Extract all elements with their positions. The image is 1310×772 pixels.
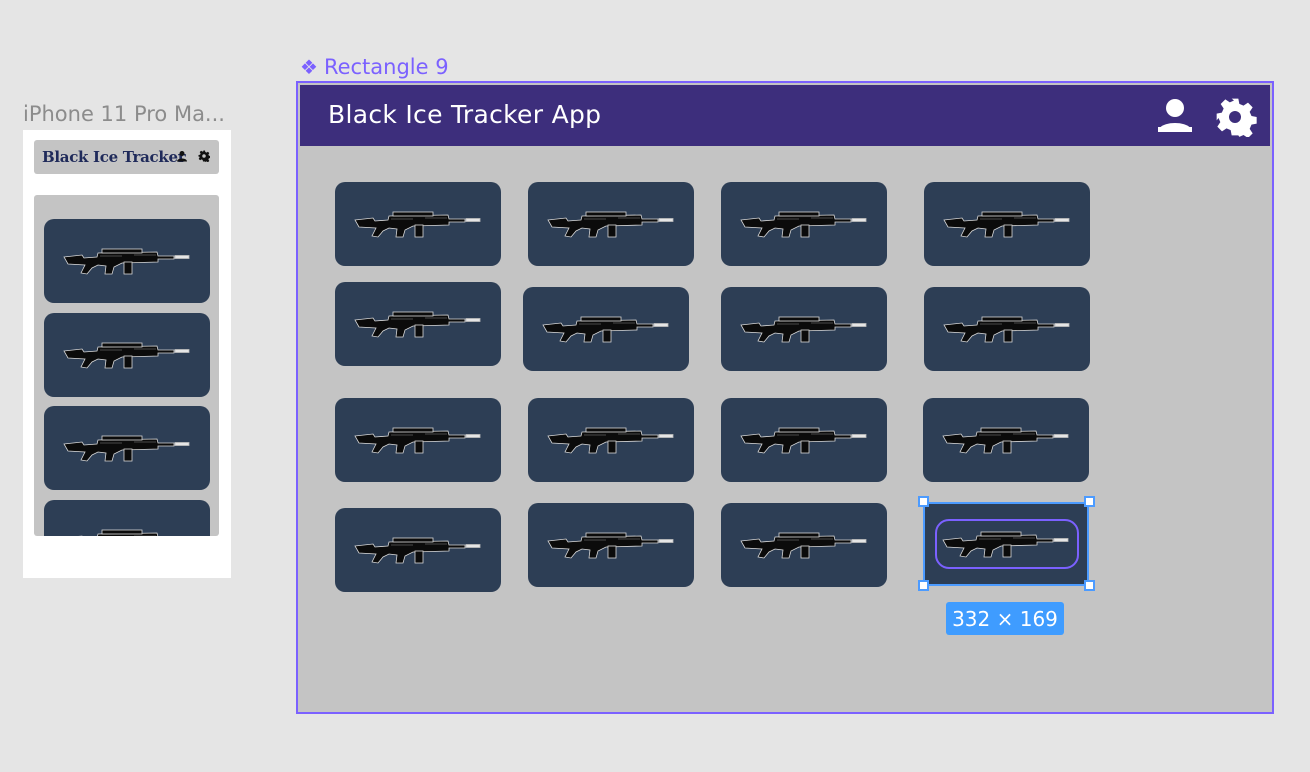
- rifle-card[interactable]: [528, 503, 694, 587]
- rifle-card[interactable]: [721, 503, 887, 587]
- rifle-icon: [740, 532, 867, 559]
- rifle-icon: [63, 342, 190, 369]
- rifle-card[interactable]: [335, 508, 501, 592]
- inner-selection-outline: [935, 519, 1079, 569]
- rifle-icon: [740, 211, 867, 238]
- rifle-icon: [547, 427, 674, 454]
- phone-rifle-card[interactable]: [44, 219, 210, 303]
- rifle-card[interactable]: [335, 398, 501, 482]
- rifle-card[interactable]: [528, 182, 694, 266]
- rifle-icon: [354, 537, 481, 564]
- rifle-icon: [354, 211, 481, 238]
- phone-user-icon[interactable]: [176, 150, 188, 162]
- resize-handle-bottom-left[interactable]: [918, 580, 929, 591]
- component-label[interactable]: ❖ Rectangle 9: [300, 55, 449, 79]
- rifle-icon: [542, 316, 669, 343]
- rifle-icon: [943, 211, 1070, 238]
- component-diamond-icon: ❖: [300, 55, 318, 79]
- rifle-icon: [942, 427, 1069, 454]
- phone-frame-label[interactable]: iPhone 11 Pro Ma...: [23, 102, 225, 126]
- rifle-icon: [740, 427, 867, 454]
- phone-rifle-card[interactable]: [44, 406, 210, 490]
- rifle-icon: [354, 427, 481, 454]
- rifle-icon: [547, 211, 674, 238]
- rifle-card[interactable]: [523, 287, 689, 371]
- rifle-icon: [63, 435, 190, 462]
- app-title: Black Ice Tracker App: [328, 100, 602, 129]
- phone-rifle-card[interactable]: [44, 313, 210, 397]
- rifle-icon: [740, 316, 867, 343]
- resize-handle-top-left[interactable]: [918, 496, 929, 507]
- rifle-card[interactable]: [721, 398, 887, 482]
- rifle-card[interactable]: [721, 182, 887, 266]
- component-label-text: Rectangle 9: [323, 55, 449, 79]
- rifle-card[interactable]: [335, 282, 501, 366]
- rifle-card[interactable]: [335, 182, 501, 266]
- phone-card-list: [34, 195, 219, 536]
- rifle-icon: [354, 311, 481, 338]
- app-header: Black Ice Tracker App: [300, 85, 1270, 146]
- phone-header: Black Ice Tracker: [34, 140, 219, 174]
- phone-title: Black Ice Tracker: [42, 148, 186, 166]
- rifle-icon: [943, 316, 1070, 343]
- rifle-card[interactable]: [924, 287, 1090, 371]
- rifle-icon: [547, 532, 674, 559]
- phone-gear-icon[interactable]: [198, 150, 210, 162]
- resize-handle-top-right[interactable]: [1084, 496, 1095, 507]
- phone-frame[interactable]: Black Ice Tracker: [23, 130, 231, 578]
- rifle-card[interactable]: [924, 182, 1090, 266]
- resize-handle-bottom-right[interactable]: [1084, 580, 1095, 591]
- dimension-badge: 332 × 169: [946, 602, 1064, 635]
- rifle-card[interactable]: [721, 287, 887, 371]
- rifle-card[interactable]: [923, 398, 1089, 482]
- rifle-icon: [78, 529, 159, 536]
- phone-rifle-card[interactable]: [44, 500, 210, 536]
- rifle-card[interactable]: [528, 398, 694, 482]
- gear-icon[interactable]: [1213, 97, 1257, 137]
- user-icon[interactable]: [1156, 98, 1194, 134]
- rifle-icon: [63, 248, 190, 275]
